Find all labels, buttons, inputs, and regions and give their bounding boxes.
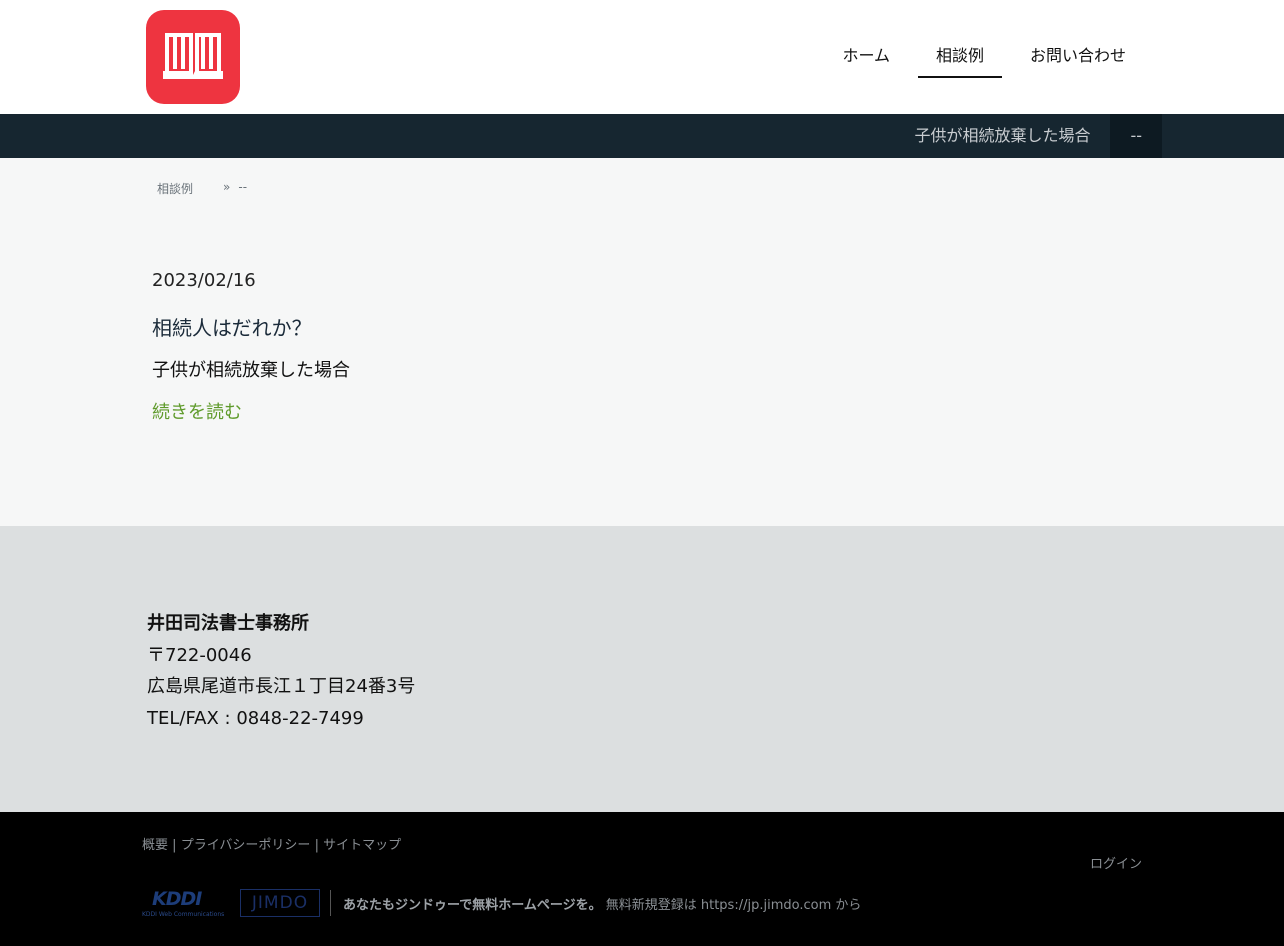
book-icon: [163, 33, 223, 79]
site-header: ホーム 相談例 お問い合わせ: [0, 0, 1284, 114]
kddi-logo[interactable]: KDDI KDDI Web Communications: [142, 888, 228, 918]
kddi-logo-subtext: KDDI Web Communications: [142, 911, 225, 918]
main-nav: ホーム 相談例 お問い合わせ: [814, 36, 1144, 78]
footer-link-privacy-policy[interactable]: プライバシーポリシー: [181, 838, 311, 853]
sub-nav: 子供が相続放棄した場合 --: [0, 114, 1284, 158]
sub-nav-items: 子供が相続放棄した場合 --: [894, 114, 1162, 158]
footer-link-separator: |: [172, 838, 177, 853]
office-info-section: 井田司法書士事務所 〒722-0046 広島県尾道市長江１丁目24番3号 TEL…: [0, 526, 1284, 812]
breadcrumb-parent[interactable]: 相談例: [157, 180, 193, 197]
promo-headline: あなたもジンドゥーで無料ホームページを。: [343, 897, 602, 913]
post-title[interactable]: 相続人はだれか？: [152, 312, 312, 341]
nav-item-consultation-examples[interactable]: 相談例: [917, 36, 1002, 78]
post-excerpt: 子供が相続放棄した場合: [152, 360, 350, 381]
login-link[interactable]: ログイン: [1090, 853, 1142, 872]
breadcrumb-separator: »: [223, 180, 231, 194]
post-date: 2023/02/16: [152, 270, 256, 291]
footer-link-separator: |: [314, 838, 319, 853]
office-name: 井田司法書士事務所: [147, 613, 309, 634]
read-more-link[interactable]: 続きを読む: [152, 398, 242, 424]
footer-brand-row: KDDI KDDI Web Communications JIMDO あなたもジ…: [142, 888, 861, 918]
promo-suffix: から: [835, 897, 862, 913]
site-footer: 概要 | プライバシーポリシー | サイトマップ ログイン KDDI KDDI …: [0, 812, 1284, 946]
jimdo-promo: あなたもジンドゥーで無料ホームページを。 無料新規登録は https://jp.…: [343, 894, 861, 913]
footer-divider: [330, 890, 331, 916]
main-content: 相談例 » -- 2023/02/16 相続人はだれか？ 子供が相続放棄した場合…: [0, 158, 1284, 526]
jimdo-logo[interactable]: JIMDO: [240, 889, 320, 917]
office-phone: TEL/FAX : 0848-22-7499: [147, 707, 364, 729]
breadcrumb: 相談例 » --: [157, 180, 247, 197]
breadcrumb-current: --: [238, 180, 248, 194]
office-address: 広島県尾道市長江１丁目24番3号: [147, 676, 416, 697]
office-postal-code: 〒722-0046: [147, 644, 252, 666]
footer-link-about[interactable]: 概要: [142, 838, 168, 853]
promo-url-link[interactable]: https://jp.jimdo.com: [701, 898, 831, 913]
nav-item-home[interactable]: ホーム: [824, 36, 908, 78]
promo-text: 無料新規登録は: [605, 897, 697, 913]
footer-links: 概要 | プライバシーポリシー | サイトマップ: [142, 834, 401, 853]
sub-nav-item-current[interactable]: --: [1110, 114, 1162, 158]
nav-item-contact[interactable]: お問い合わせ: [1012, 36, 1144, 78]
site-logo[interactable]: [146, 10, 240, 104]
sub-nav-item-child-renunciation[interactable]: 子供が相続放棄した場合: [894, 114, 1110, 158]
office-info: 井田司法書士事務所 〒722-0046 広島県尾道市長江１丁目24番3号 TEL…: [147, 608, 415, 734]
kddi-logo-text: KDDI: [152, 888, 202, 910]
footer-link-sitemap[interactable]: サイトマップ: [323, 838, 401, 853]
